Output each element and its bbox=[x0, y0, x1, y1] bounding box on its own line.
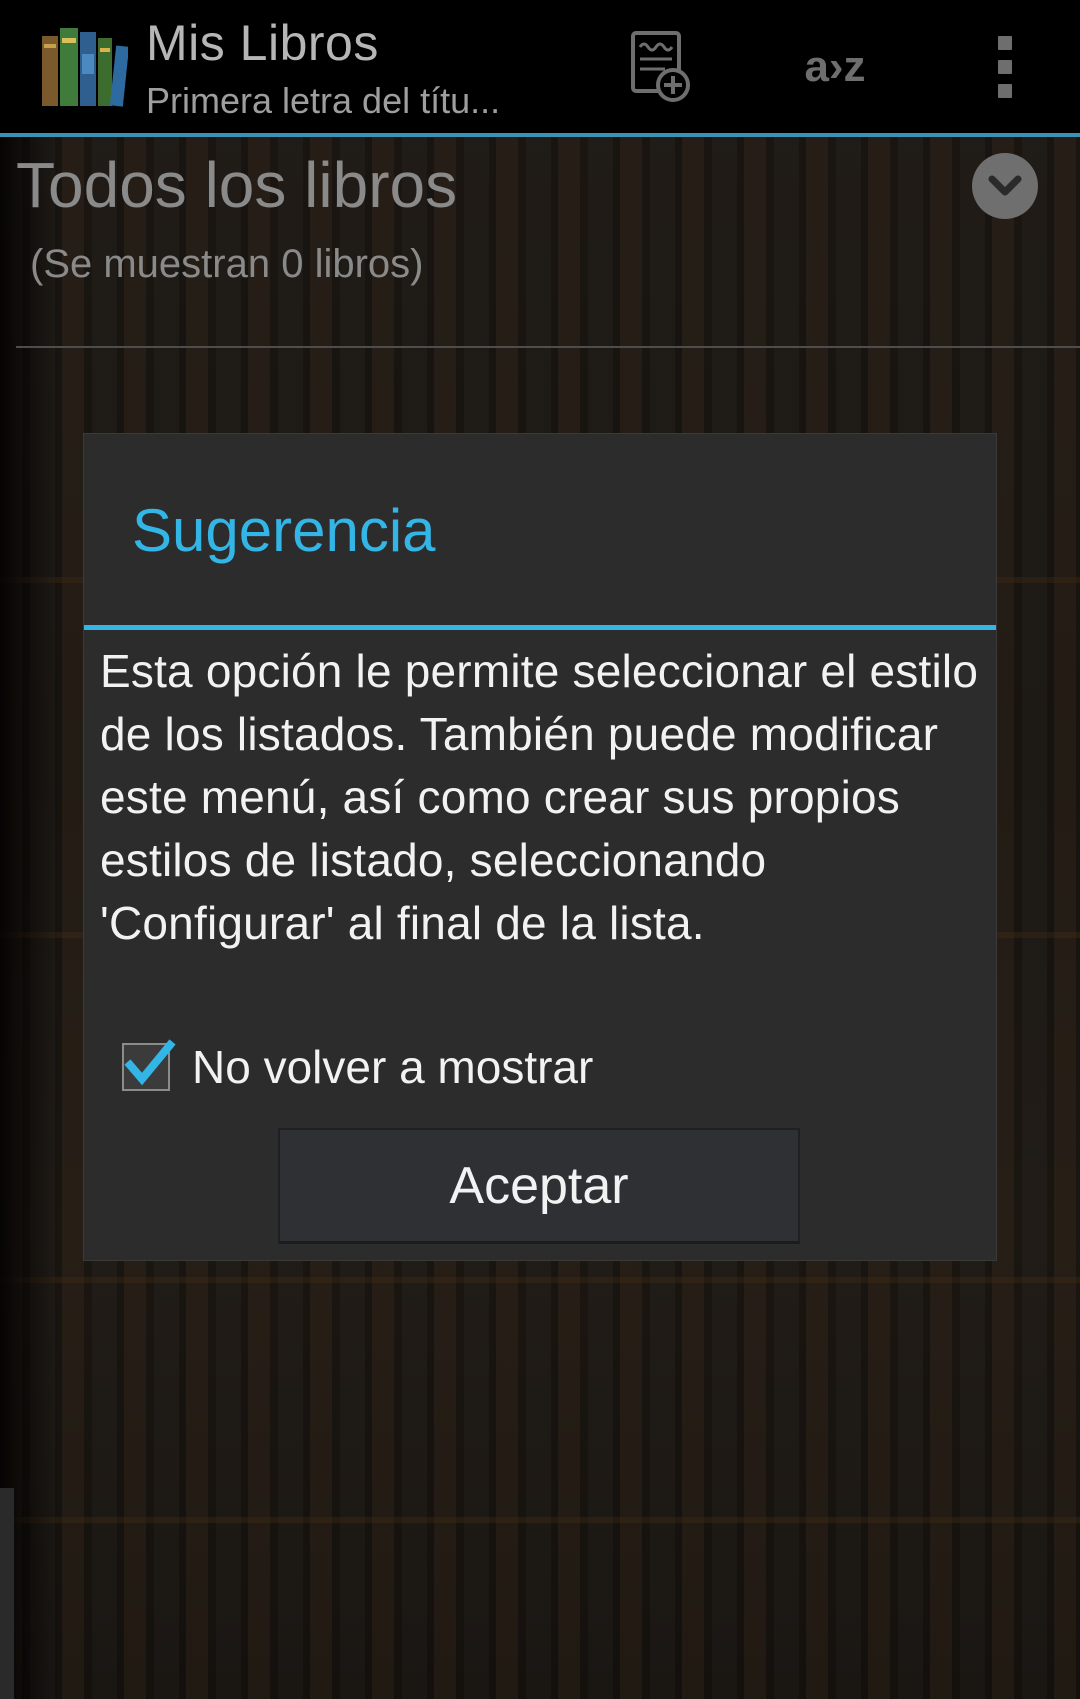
edge-shadow bbox=[0, 1488, 14, 1699]
bookshelf-title: Todos los libros bbox=[16, 149, 458, 221]
add-book-icon bbox=[631, 30, 690, 102]
shelf-divider bbox=[0, 1517, 1080, 1523]
checkmark-icon bbox=[124, 1039, 176, 1086]
action-bar-divider bbox=[0, 133, 1080, 137]
overflow-menu-icon-dot bbox=[998, 59, 1012, 74]
checkbox-label: No volver a mostrar bbox=[192, 1041, 594, 1093]
action-bar: Mis Libros Primera letra del títu... a›z bbox=[0, 0, 1080, 133]
chevron-down-icon bbox=[988, 175, 1022, 196]
dialog-message: Esta opción le permite seleccionar el es… bbox=[100, 645, 979, 949]
list-divider bbox=[16, 346, 1080, 348]
overflow-menu-icon-dot bbox=[998, 83, 1012, 98]
dont-show-again-row[interactable]: No volver a mostrar bbox=[122, 1039, 594, 1094]
sort-button[interactable]: a›z bbox=[780, 0, 890, 133]
books-app-icon[interactable] bbox=[40, 24, 130, 110]
background-shade bbox=[0, 137, 60, 1699]
bookshelf-dropdown-button[interactable] bbox=[972, 153, 1038, 219]
sort-icon: a›z bbox=[804, 41, 866, 91]
hint-dialog: Sugerencia Esta opción le permite selecc… bbox=[84, 434, 996, 1260]
dont-show-again-checkbox[interactable] bbox=[122, 1039, 176, 1091]
add-book-button[interactable] bbox=[615, 0, 705, 133]
accept-button[interactable]: Aceptar bbox=[278, 1128, 800, 1244]
dialog-title: Sugerencia bbox=[132, 497, 436, 564]
dialog-title-divider bbox=[84, 625, 996, 630]
app-title: Mis Libros bbox=[146, 15, 379, 71]
books-count: (Se muestran 0 libros) bbox=[30, 242, 424, 286]
overflow-menu-button[interactable] bbox=[975, 0, 1035, 133]
app-subtitle: Primera letra del títu... bbox=[146, 80, 501, 121]
shelf-divider bbox=[0, 1277, 1080, 1283]
overflow-menu-icon bbox=[998, 35, 1012, 50]
